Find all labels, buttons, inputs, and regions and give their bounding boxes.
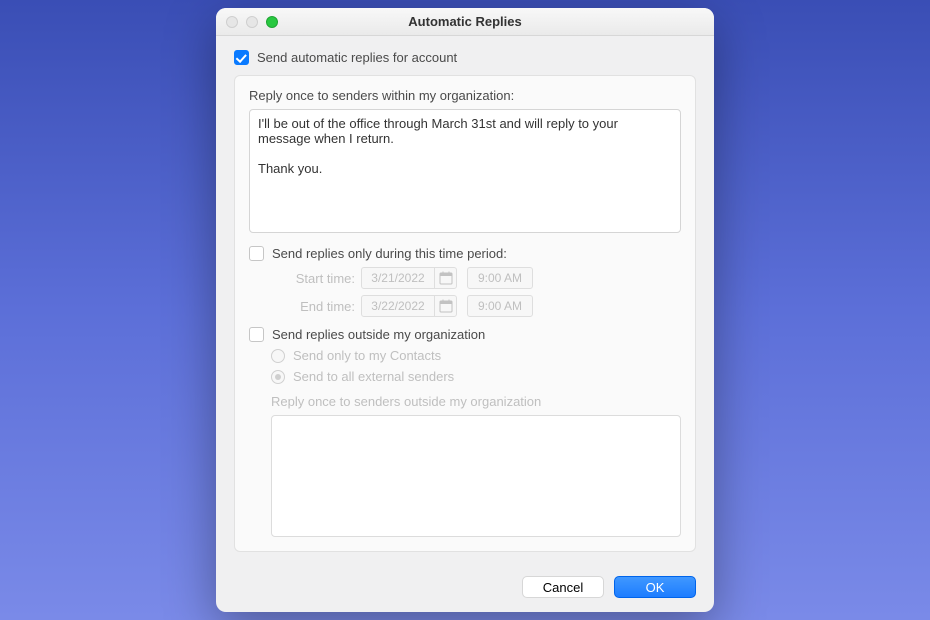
send-automatic-checkbox[interactable]: [234, 50, 249, 65]
settings-panel: Reply once to senders within my organiza…: [234, 75, 696, 552]
send-automatic-label: Send automatic replies for account: [257, 50, 457, 65]
titlebar: Automatic Replies: [216, 8, 714, 36]
end-time-label: End time:: [271, 299, 355, 314]
radio-all-label: Send to all external senders: [293, 369, 454, 384]
start-time-label: Start time:: [271, 271, 355, 286]
radio-all[interactable]: [271, 370, 285, 384]
end-date-input[interactable]: [362, 296, 434, 316]
cancel-button[interactable]: Cancel: [522, 576, 604, 598]
start-date-field[interactable]: [361, 267, 457, 289]
internal-reply-textarea[interactable]: [249, 109, 681, 233]
external-reply-textarea[interactable]: [271, 415, 681, 537]
external-row: Send replies outside my organization: [249, 327, 681, 342]
radio-contacts-row: Send only to my Contacts: [249, 348, 681, 363]
start-time-field[interactable]: 9:00 AM: [467, 267, 533, 289]
calendar-icon[interactable]: [434, 268, 456, 288]
automatic-replies-window: Automatic Replies Send automatic replies…: [216, 8, 714, 612]
traffic-lights: [226, 16, 278, 28]
window-body: Send automatic replies for account Reply…: [216, 36, 714, 564]
external-label: Send replies outside my organization: [272, 327, 485, 342]
window-title: Automatic Replies: [216, 14, 714, 29]
external-checkbox[interactable]: [249, 327, 264, 342]
footer: Cancel OK: [216, 564, 714, 612]
radio-contacts-label: Send only to my Contacts: [293, 348, 441, 363]
ok-button[interactable]: OK: [614, 576, 696, 598]
radio-all-row: Send to all external senders: [249, 369, 681, 384]
send-automatic-row: Send automatic replies for account: [234, 50, 696, 65]
external-reply-label: Reply once to senders outside my organiz…: [249, 394, 681, 409]
time-period-checkbox[interactable]: [249, 246, 264, 261]
start-date-input[interactable]: [362, 268, 434, 288]
minimize-window-button[interactable]: [246, 16, 258, 28]
radio-contacts[interactable]: [271, 349, 285, 363]
internal-reply-label: Reply once to senders within my organiza…: [249, 88, 681, 103]
end-time-field[interactable]: 9:00 AM: [467, 295, 533, 317]
time-period-label: Send replies only during this time perio…: [272, 246, 507, 261]
calendar-icon[interactable]: [434, 296, 456, 316]
end-time-row: End time: 9:00 AM: [249, 295, 681, 317]
close-window-button[interactable]: [226, 16, 238, 28]
start-time-row: Start time: 9:00 AM: [249, 267, 681, 289]
end-date-field[interactable]: [361, 295, 457, 317]
zoom-window-button[interactable]: [266, 16, 278, 28]
time-period-row: Send replies only during this time perio…: [249, 246, 681, 261]
